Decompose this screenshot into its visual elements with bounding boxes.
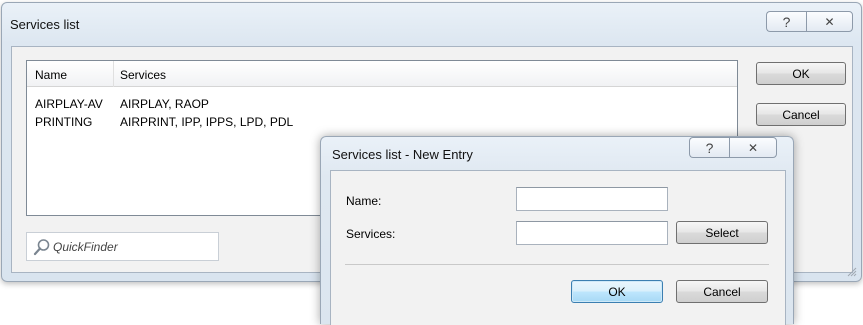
help-icon: ? xyxy=(782,13,791,30)
quickfinder-input[interactable]: QuickFinder xyxy=(26,232,219,261)
dialog-cancel-button[interactable]: Cancel xyxy=(676,280,768,303)
dialog-close-button[interactable]: ✕ xyxy=(729,137,777,158)
select-button[interactable]: Select xyxy=(676,221,768,244)
table-row[interactable]: AIRPLAY-AV AIRPLAY, RAOP xyxy=(27,95,737,113)
name-field[interactable] xyxy=(516,187,668,211)
help-icon: ? xyxy=(705,139,714,156)
search-icon xyxy=(33,239,50,256)
cancel-button[interactable]: Cancel xyxy=(756,103,846,126)
dialog-ok-button[interactable]: OK xyxy=(571,280,663,303)
divider xyxy=(345,264,769,265)
help-button[interactable]: ? xyxy=(766,11,806,32)
close-icon: ✕ xyxy=(824,14,835,29)
row-name: PRINTING xyxy=(35,115,93,129)
close-icon: ✕ xyxy=(747,140,759,155)
services-field[interactable] xyxy=(516,221,668,245)
window-title: Services list xyxy=(10,17,80,32)
quickfinder-placeholder: QuickFinder xyxy=(53,240,118,254)
resize-grip-icon[interactable] xyxy=(845,265,857,277)
dialog-help-button[interactable]: ? xyxy=(689,137,729,158)
table-header: Name Services xyxy=(27,61,737,87)
row-services: AIRPLAY, RAOP xyxy=(120,97,209,111)
ok-button[interactable]: OK xyxy=(756,62,846,85)
column-header-services[interactable]: Services xyxy=(120,68,166,82)
row-services: AIRPRINT, IPP, IPPS, LPD, PDL xyxy=(120,115,294,129)
new-entry-dialog: Services list - New Entry ? ✕ Name: Serv… xyxy=(320,136,794,325)
column-header-name[interactable]: Name xyxy=(35,68,67,82)
table-row[interactable]: PRINTING AIRPRINT, IPP, IPPS, LPD, PDL xyxy=(27,113,737,131)
name-label: Name: xyxy=(346,194,382,208)
services-label: Services: xyxy=(346,227,396,241)
close-button[interactable]: ✕ xyxy=(806,11,853,32)
dialog-title: Services list - New Entry xyxy=(332,147,473,162)
row-name: AIRPLAY-AV xyxy=(35,97,103,111)
